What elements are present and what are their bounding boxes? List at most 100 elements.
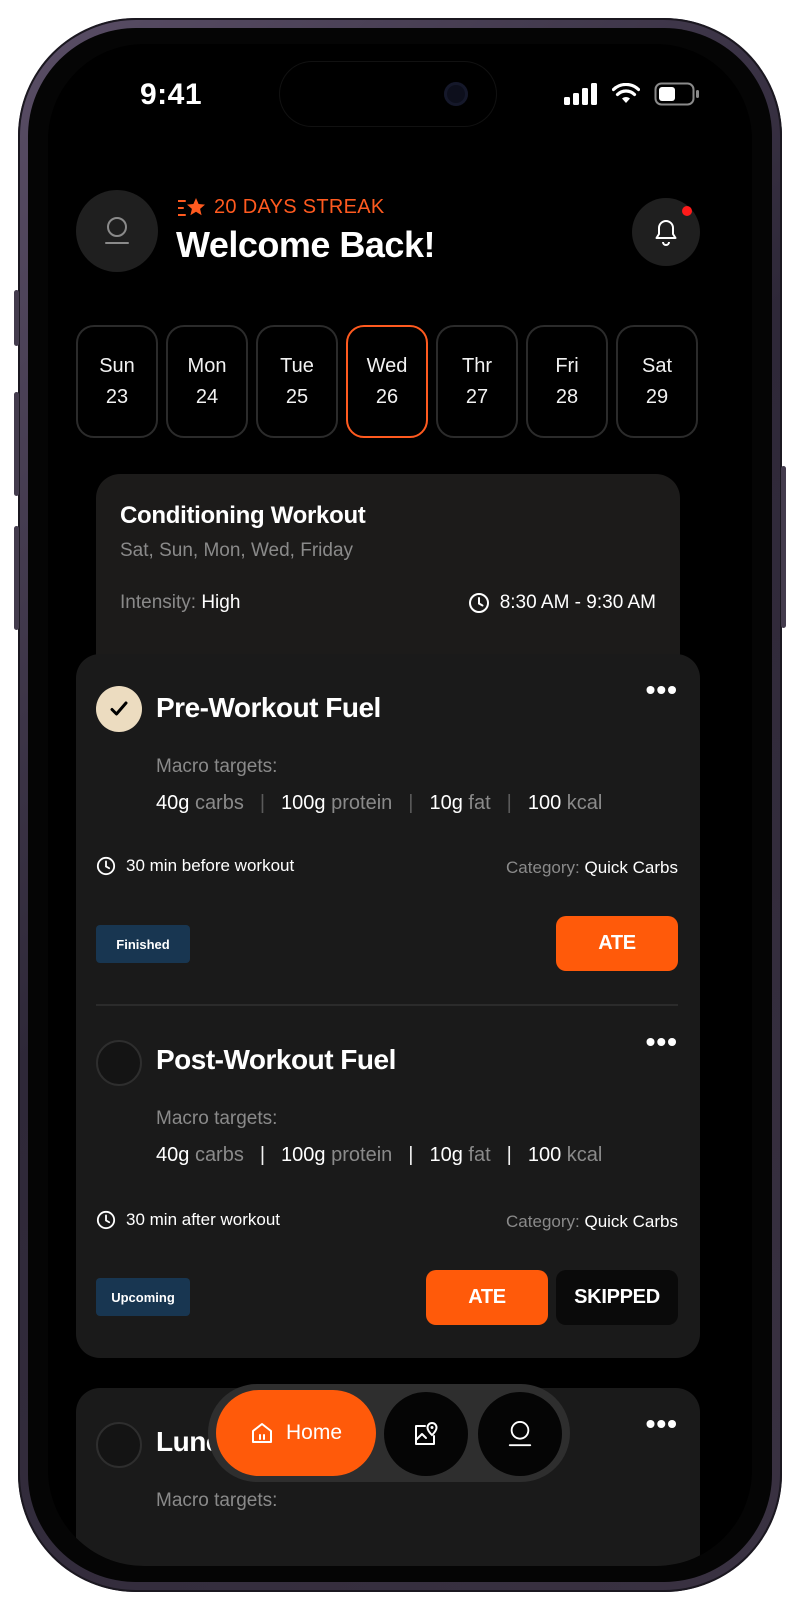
macro-label: Macro targets:	[156, 756, 278, 777]
timing-text: 30 min before workout	[126, 856, 295, 875]
day-sat[interactable]: Sat 29	[616, 325, 698, 438]
wifi-icon	[612, 83, 640, 103]
day-date: 23	[105, 385, 129, 408]
macro-separator: |	[506, 1144, 512, 1166]
day-wed-selected[interactable]: Wed 26	[346, 325, 428, 438]
day-fri[interactable]: Fri 28	[526, 325, 608, 438]
carbs-unit: carbs	[194, 792, 244, 814]
macro-targets: 40g carbs | 100g protein | 10g fat | 100…	[156, 792, 602, 815]
workout-time: 8:30 AM - 9:30 AM	[468, 592, 656, 614]
protein-unit: protein	[331, 792, 393, 814]
intensity-label: Intensity:	[120, 592, 197, 613]
clock-icon	[468, 593, 489, 613]
clock-icon	[96, 856, 116, 876]
fat-value: 10g	[429, 1144, 463, 1166]
bottom-tab-bar: Home	[208, 1384, 570, 1482]
carbs-value: 40g	[156, 792, 190, 814]
workout-days: Sat, Sun, Mon, Wed, Friday	[120, 540, 354, 561]
tab-home-label: Home	[285, 1421, 343, 1444]
streak-text: 20 DAYS STREAK	[214, 196, 385, 218]
workout-details: Intensity: High 8:30 AM - 9:30 AM	[120, 592, 656, 614]
workout-intensity: Intensity: High	[120, 592, 240, 614]
category-value: Quick Carbs	[584, 858, 678, 877]
day-name: Sat	[641, 354, 673, 377]
day-name: Tue	[280, 354, 314, 377]
user-icon	[508, 1421, 532, 1447]
status-badge: Upcoming	[96, 1278, 190, 1316]
checkmark-icon	[110, 701, 128, 716]
more-options-button[interactable]: •••	[646, 1408, 678, 1440]
profile-avatar-button[interactable]	[76, 190, 158, 272]
day-thr[interactable]: Thr 27	[436, 325, 518, 438]
clock-icon	[96, 1210, 116, 1230]
meal-timing: 30 min before workout	[96, 856, 294, 876]
day-mon[interactable]: Mon 24	[166, 325, 248, 438]
meal-checkbox-unchecked[interactable]	[96, 1040, 142, 1086]
fat-unit: fat	[468, 792, 491, 814]
more-options-button[interactable]: •••	[646, 674, 678, 706]
meal-divider	[96, 1004, 678, 1006]
tab-home[interactable]: Home	[216, 1390, 376, 1476]
macro-targets: 40g carbs | 100g protein | 10g fat | 100…	[156, 1144, 602, 1167]
day-date: 27	[465, 385, 489, 408]
carbs-value: 40g	[156, 1144, 190, 1166]
welcome-title: Welcome Back!	[176, 224, 435, 265]
kcal-unit: kcal	[566, 1144, 603, 1166]
tab-profile[interactable]	[478, 1392, 562, 1476]
notification-button[interactable]	[632, 198, 700, 266]
kcal-value: 100	[527, 1144, 562, 1166]
meal-timing: 30 min after workout	[96, 1210, 280, 1230]
signal-icon	[564, 83, 597, 105]
kcal-value: 100	[527, 792, 562, 814]
user-icon	[105, 217, 129, 244]
meal-checkbox-checked[interactable]	[96, 686, 142, 732]
notification-dot	[682, 206, 692, 216]
day-name: Sun	[99, 354, 135, 377]
protein-value: 100g	[281, 1144, 326, 1166]
day-sun[interactable]: Sun 23	[76, 325, 158, 438]
dynamic-island	[280, 62, 496, 126]
power-button	[781, 466, 786, 628]
meal-checkbox-unchecked[interactable]	[96, 1422, 142, 1468]
workout-card[interactable]: Conditioning Workout Sat, Sun, Mon, Wed,…	[96, 474, 680, 674]
macro-separator: |	[259, 1144, 266, 1166]
meal-title: Post-Workout Fuel	[156, 1044, 396, 1075]
macro-separator: |	[408, 792, 414, 814]
skipped-button[interactable]: SKIPPED	[556, 1270, 678, 1325]
intensity-value: High	[201, 592, 241, 613]
volume-down-button	[14, 526, 19, 630]
day-date: 24	[195, 385, 219, 408]
status-icons	[564, 82, 700, 106]
week-day-selector: Sun 23 Mon 24 Tue 25 Wed 26 Thr 27 Fri 2…	[76, 325, 698, 438]
category-label: Category:	[506, 1212, 580, 1231]
streak-star-icon	[178, 197, 205, 216]
protein-value: 100g	[281, 792, 326, 814]
fat-value: 10g	[429, 792, 463, 814]
day-tue[interactable]: Tue 25	[256, 325, 338, 438]
macro-label: Macro targets:	[156, 1108, 278, 1129]
workout-time-text: 8:30 AM - 9:30 AM	[499, 592, 656, 613]
app-screen: 9:41 20 DAYS STREAK Welcome Back! Sun 23…	[48, 44, 752, 1566]
macro-label: Macro targets:	[156, 1490, 278, 1511]
ate-button[interactable]: ATE	[556, 916, 678, 971]
tab-plan[interactable]	[384, 1392, 468, 1476]
plan-map-icon	[415, 1421, 438, 1445]
day-date: 28	[555, 385, 579, 408]
camera-icon	[444, 82, 468, 106]
battery-icon	[654, 82, 699, 106]
meal-category: Category: Quick Carbs	[506, 858, 678, 878]
ate-button[interactable]: ATE	[426, 1270, 548, 1325]
bell-icon	[655, 220, 677, 246]
more-options-button[interactable]: •••	[646, 1026, 678, 1058]
workout-title: Conditioning Workout	[120, 502, 366, 529]
day-name: Wed	[366, 354, 408, 377]
home-icon	[251, 1423, 272, 1443]
status-badge: Finished	[96, 925, 190, 963]
mute-switch	[14, 290, 19, 346]
meal-title: Pre-Workout Fuel	[156, 692, 381, 723]
kcal-unit: kcal	[566, 792, 603, 814]
protein-unit: protein	[331, 1144, 393, 1166]
category-label: Category:	[506, 858, 580, 877]
day-name: Fri	[555, 354, 579, 377]
day-name: Thr	[462, 354, 492, 377]
